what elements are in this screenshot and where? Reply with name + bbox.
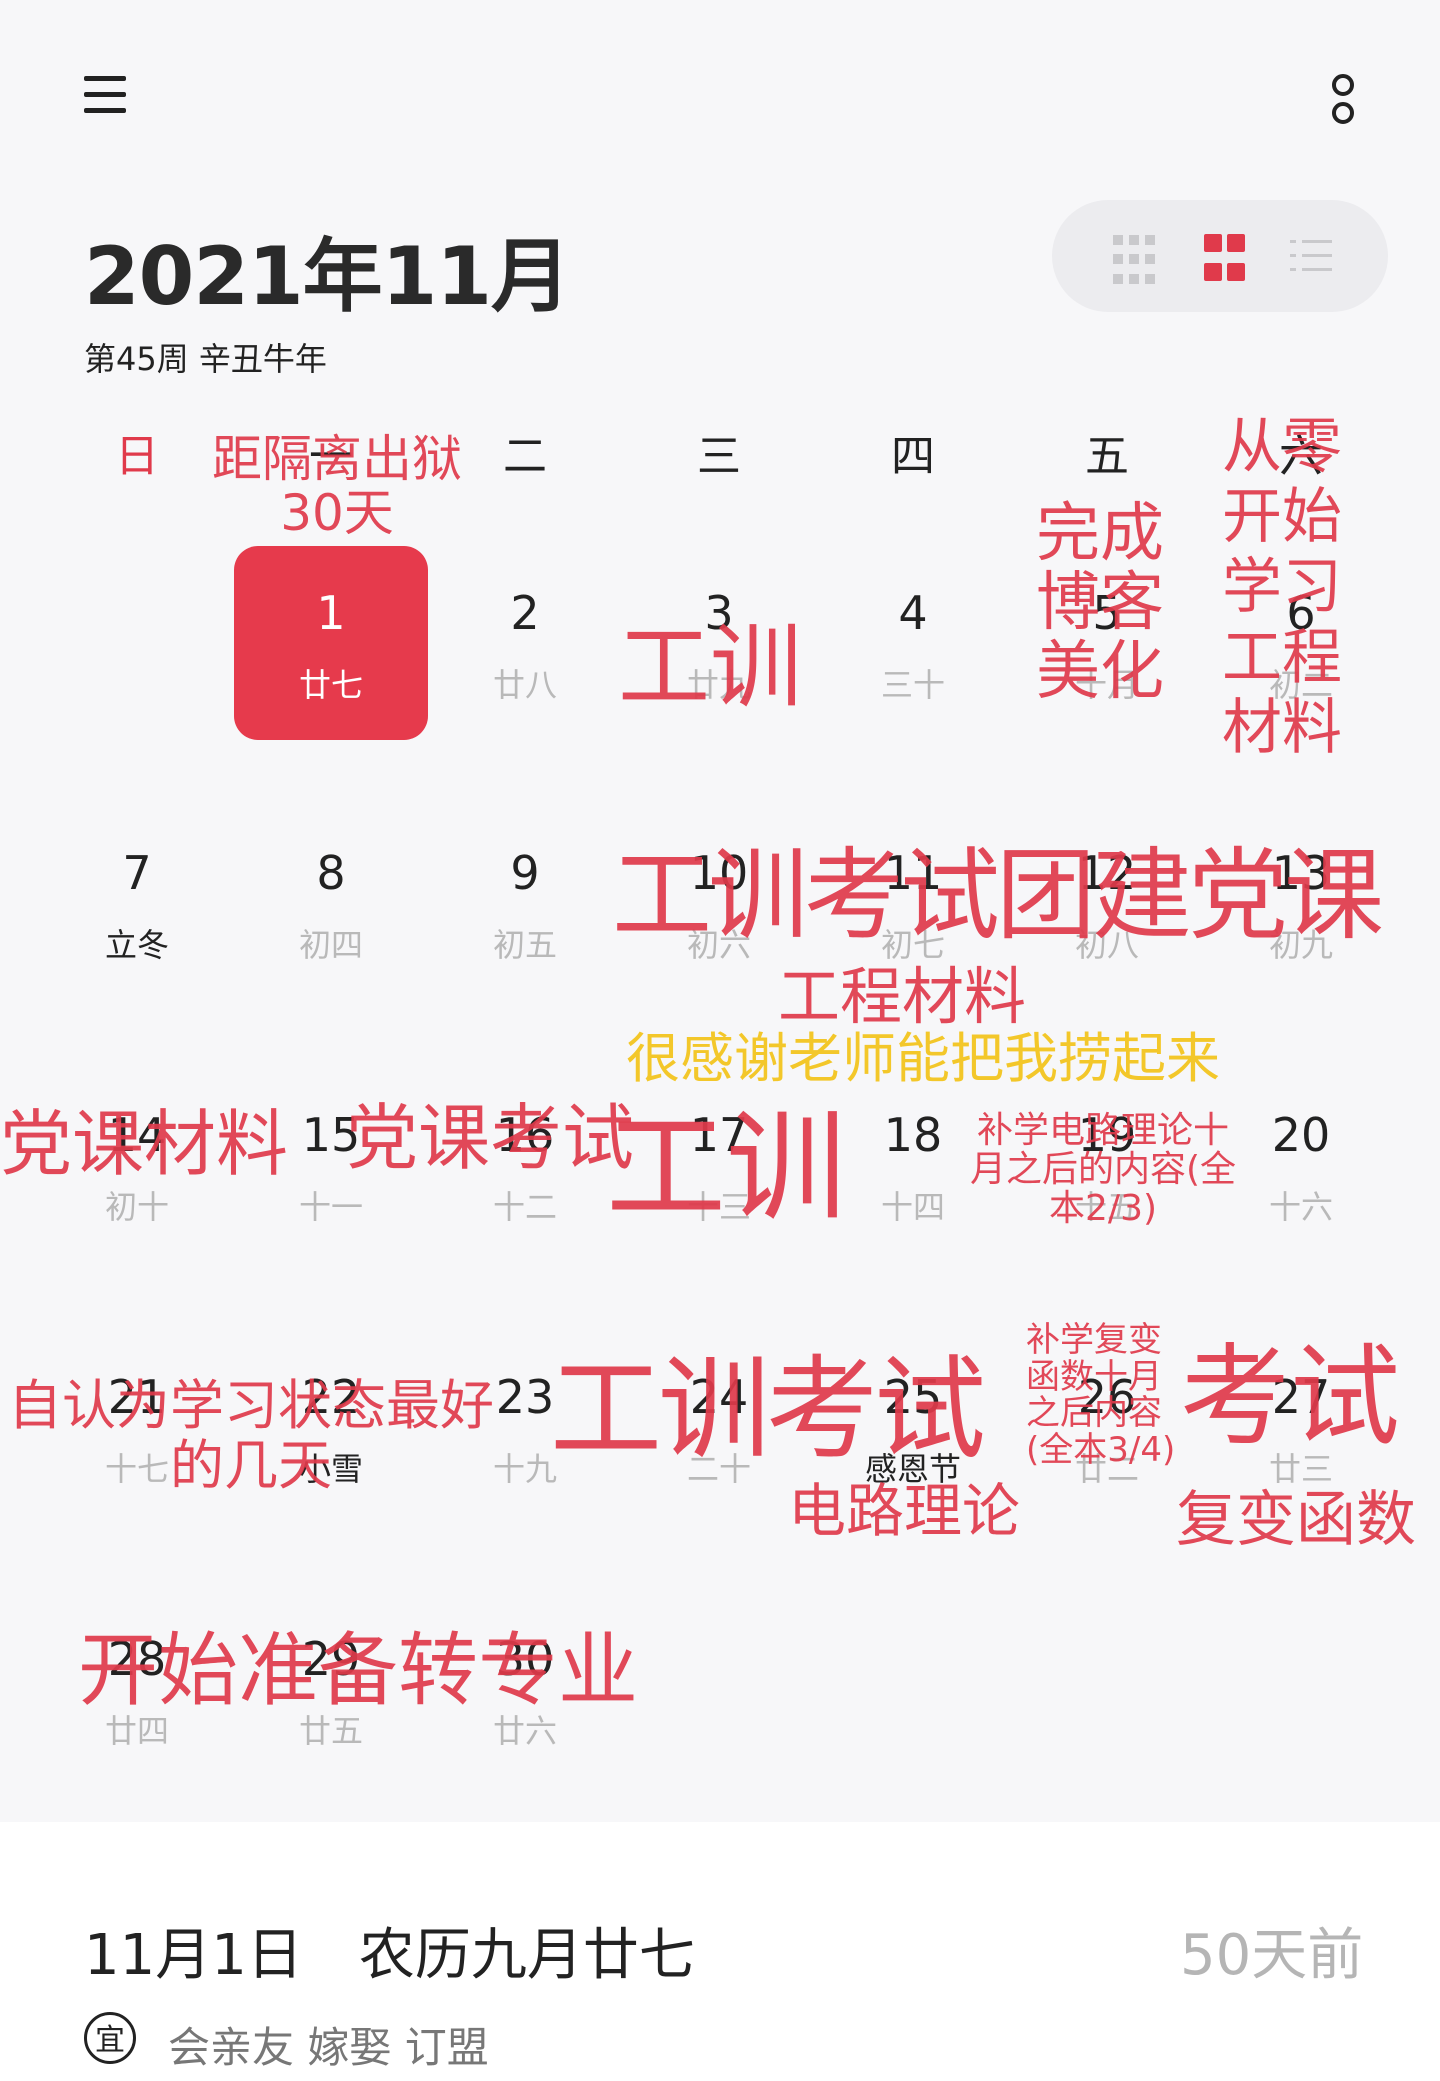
weekday-thu: 四 bbox=[891, 431, 935, 482]
day-cell[interactable]: 8 初四 bbox=[234, 806, 428, 1000]
weekday-wed: 三 bbox=[697, 431, 741, 482]
annotation-note: 完成 博客 美化 bbox=[1036, 497, 1164, 710]
lunar-date: 初十 bbox=[104, 1188, 169, 1226]
lunar-date: 立冬 bbox=[104, 926, 169, 964]
annotation-note: 工训考试 bbox=[550, 1345, 986, 1475]
annotation-note: 党课考试 bbox=[346, 1096, 635, 1180]
day-cell[interactable]: 9 初五 bbox=[428, 806, 622, 1000]
menu-icon[interactable] bbox=[84, 72, 132, 120]
annotation-note: 很感谢老师能把我捞起来 bbox=[626, 1027, 1220, 1090]
day-number: 2 bbox=[510, 586, 540, 640]
annotation-note: 工程材料 bbox=[778, 960, 1027, 1033]
annotation-note: 工训 bbox=[618, 614, 803, 721]
annotation-note: 补学复变 函数十月 之后内容 (全本3/4) bbox=[1026, 1320, 1176, 1471]
days-ago-label: 50天前 bbox=[1180, 1923, 1364, 1988]
more-icon[interactable] bbox=[1328, 72, 1358, 132]
lunar-date: 初五 bbox=[492, 926, 557, 964]
annotation-note: 考试 bbox=[1180, 1333, 1400, 1461]
annotation-note: 补学电路理论十 月之后的内容(全 本2/3) bbox=[970, 1110, 1237, 1229]
grid-4-icon[interactable] bbox=[1200, 230, 1260, 290]
annotation-note: 党课材料 bbox=[0, 1102, 289, 1186]
annotation-note: 自认为学习状态最好 的几天 bbox=[8, 1374, 494, 1498]
day-number: 1 bbox=[316, 586, 346, 640]
lunar-date: 十一 bbox=[298, 1188, 363, 1226]
day-number: 7 bbox=[122, 846, 152, 900]
annotation-note: 从零 开始 学习 工程 材料 bbox=[1222, 412, 1342, 763]
selected-date-line: 11月1日 农历九月廿七 bbox=[84, 1923, 695, 1988]
lunar-date: 廿八 bbox=[492, 666, 557, 704]
day-cell[interactable]: 1 廿七 bbox=[234, 546, 428, 740]
annotation-note: 开始准备转专业 bbox=[78, 1624, 638, 1717]
view-switch bbox=[1052, 200, 1388, 312]
day-cell[interactable]: 7 立冬 bbox=[40, 806, 234, 1000]
annotation-note: 距隔离出狱 30天 bbox=[212, 430, 462, 542]
grid-9-icon[interactable] bbox=[1108, 230, 1170, 292]
annotation-note: 电路理论 bbox=[788, 1477, 1021, 1545]
annotation-note: 工训 bbox=[606, 1099, 846, 1238]
lunar-date: 十二 bbox=[492, 1188, 557, 1226]
yi-activities: 会亲友 嫁娶 订盟 bbox=[168, 2023, 489, 2072]
day-number: 9 bbox=[510, 846, 540, 900]
lunar-date: 初四 bbox=[298, 926, 363, 964]
day-number: 4 bbox=[898, 586, 928, 640]
month-title[interactable]: 2021年11月 bbox=[84, 212, 571, 328]
weekday-fri: 五 bbox=[1085, 431, 1129, 482]
annotation-note: 复变函数 bbox=[1176, 1485, 1416, 1555]
lunar-date: 三十 bbox=[880, 666, 945, 704]
day-cell[interactable]: 4 三十 bbox=[816, 546, 1010, 740]
day-number: 8 bbox=[316, 846, 346, 900]
yi-icon: 宜 bbox=[84, 2012, 136, 2064]
list-icon[interactable] bbox=[1288, 230, 1340, 282]
day-cell[interactable]: 2 廿八 bbox=[428, 546, 622, 740]
weekday-sun: 日 bbox=[115, 431, 159, 482]
week-subtitle: 第45周 辛丑牛年 bbox=[84, 340, 327, 378]
annotation-note: 工训考试团建党课 bbox=[612, 837, 1384, 954]
lunar-date: 廿七 bbox=[298, 666, 363, 704]
